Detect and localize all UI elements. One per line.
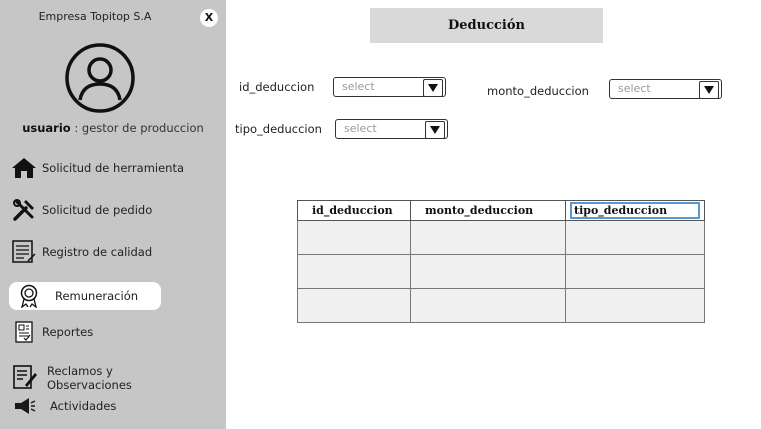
nav-reportes[interactable]: Reportes (10, 318, 93, 346)
report-icon (10, 319, 38, 345)
monto-deduccion-label: monto_deduccion (487, 84, 589, 98)
home-icon (10, 155, 38, 181)
column-header-input[interactable]: tipo_deduccion (570, 202, 700, 219)
table-cell[interactable] (297, 220, 411, 255)
select-placeholder: select (342, 80, 375, 93)
nav-solicitud-pedido[interactable]: Solicitud de pedido (10, 196, 152, 224)
select-placeholder: select (618, 82, 651, 95)
nav-remuneracion[interactable]: Remuneración (9, 282, 161, 310)
table-cell[interactable] (410, 254, 566, 289)
close-button[interactable]: X (200, 9, 218, 27)
sidebar: Empresa Topitop S.A X usuario : gestor d… (0, 0, 226, 429)
table-cell[interactable] (410, 220, 566, 255)
nav-label: Reclamos y Observaciones (47, 364, 132, 392)
nav-label: Solicitud de pedido (42, 203, 153, 217)
table-row (297, 220, 705, 255)
select-placeholder: select (344, 122, 377, 135)
nav-label: Registro de calidad (42, 245, 153, 259)
dropdown-arrow-icon (423, 79, 443, 97)
nav-label: Reportes (42, 325, 94, 339)
tipo-deduccion-select[interactable]: select (335, 119, 448, 139)
dropdown-arrow-icon (425, 121, 445, 139)
table-cell[interactable] (565, 220, 705, 255)
user-label: usuario (22, 121, 71, 135)
table-row (297, 288, 705, 323)
checklist-icon (10, 239, 38, 265)
tools-icon (10, 197, 38, 223)
column-header[interactable]: id_deduccion (297, 200, 411, 221)
id-deduccion-select[interactable]: select (333, 77, 446, 97)
table-cell[interactable] (297, 288, 411, 323)
page-title: Deducción (370, 8, 603, 43)
user-info: usuario : gestor de produccion (0, 121, 226, 135)
table-cell[interactable] (565, 254, 705, 289)
user-avatar-icon (65, 43, 135, 113)
nav-label: Remuneración (55, 289, 139, 303)
nav-label: Solicitud de herramienta (42, 161, 185, 175)
user-role: : gestor de produccion (70, 121, 204, 135)
column-header[interactable]: monto_deduccion (410, 200, 566, 221)
table-row (297, 254, 705, 289)
id-deduccion-label: id_deduccion (239, 80, 315, 94)
nav-actividades[interactable]: Actividades (10, 392, 116, 420)
monto-deduccion-select[interactable]: select (609, 79, 722, 99)
table-cell[interactable] (565, 288, 705, 323)
table-header-row: id_deduccion monto_deduccion tipo_deducc… (297, 200, 705, 221)
megaphone-icon (10, 393, 38, 419)
nav-registro-calidad[interactable]: Registro de calidad (10, 238, 152, 266)
tipo-deduccion-label: tipo_deduccion (235, 122, 322, 136)
deduccion-table: id_deduccion monto_deduccion tipo_deducc… (297, 200, 705, 323)
column-header-editing[interactable]: tipo_deduccion (565, 200, 705, 221)
table-cell[interactable] (297, 254, 411, 289)
award-icon (15, 283, 43, 309)
nav-solicitud-herramienta[interactable]: Solicitud de herramienta (10, 154, 184, 182)
nav-label: Actividades (50, 399, 117, 413)
complaint-icon (10, 364, 38, 390)
company-name: Empresa Topitop S.A (38, 10, 152, 23)
table-cell[interactable] (410, 288, 566, 323)
dropdown-arrow-icon (699, 81, 719, 99)
